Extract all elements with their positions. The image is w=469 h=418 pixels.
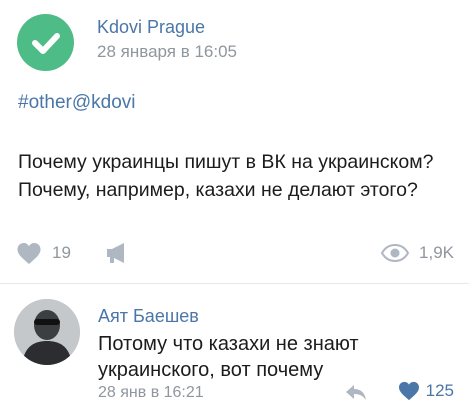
views-count: 1,9K [419,243,454,262]
user-photo [14,299,80,365]
post-text: Почему украинцы пишут в ВК на украинском… [18,148,463,204]
comment-text: Потому что казахи не знают украинского, … [98,331,359,383]
post-text-line: Почему украинцы пишут в ВК на украинском… [18,151,434,173]
comment-like-count: 125 [425,381,454,400]
eye-icon [381,244,410,262]
comment-text-line: украинского, вот почему [98,359,324,381]
post-author[interactable]: Kdovi Prague [97,17,205,38]
share-button[interactable] [104,238,130,268]
reply-button[interactable] [344,382,368,407]
comment-timestamp: 28 янв в 16:21 [98,384,204,401]
reply-arrow-icon [346,385,366,400]
heart-icon [398,381,419,401]
divider [0,283,469,284]
heart-icon [17,242,41,264]
post-text-line: Почему, например, казахи не делают этого… [18,179,418,201]
comment-author[interactable]: Аят Баешев [98,306,199,327]
avatar[interactable] [14,299,80,365]
comment-text-line: Потому что казахи не знают [98,333,359,355]
post-timestamp[interactable]: 28 января в 16:05 [97,42,237,62]
hashtag-link[interactable]: #other@kdovi [18,92,136,114]
megaphone-icon [107,243,124,263]
community-avatar[interactable] [17,14,74,71]
comment-like-button[interactable]: 125 [398,381,454,401]
like-count: 19 [52,243,71,262]
views-counter: 1,9K [381,238,454,268]
like-button[interactable]: 19 [16,238,71,268]
checkmark-icon [31,32,60,54]
